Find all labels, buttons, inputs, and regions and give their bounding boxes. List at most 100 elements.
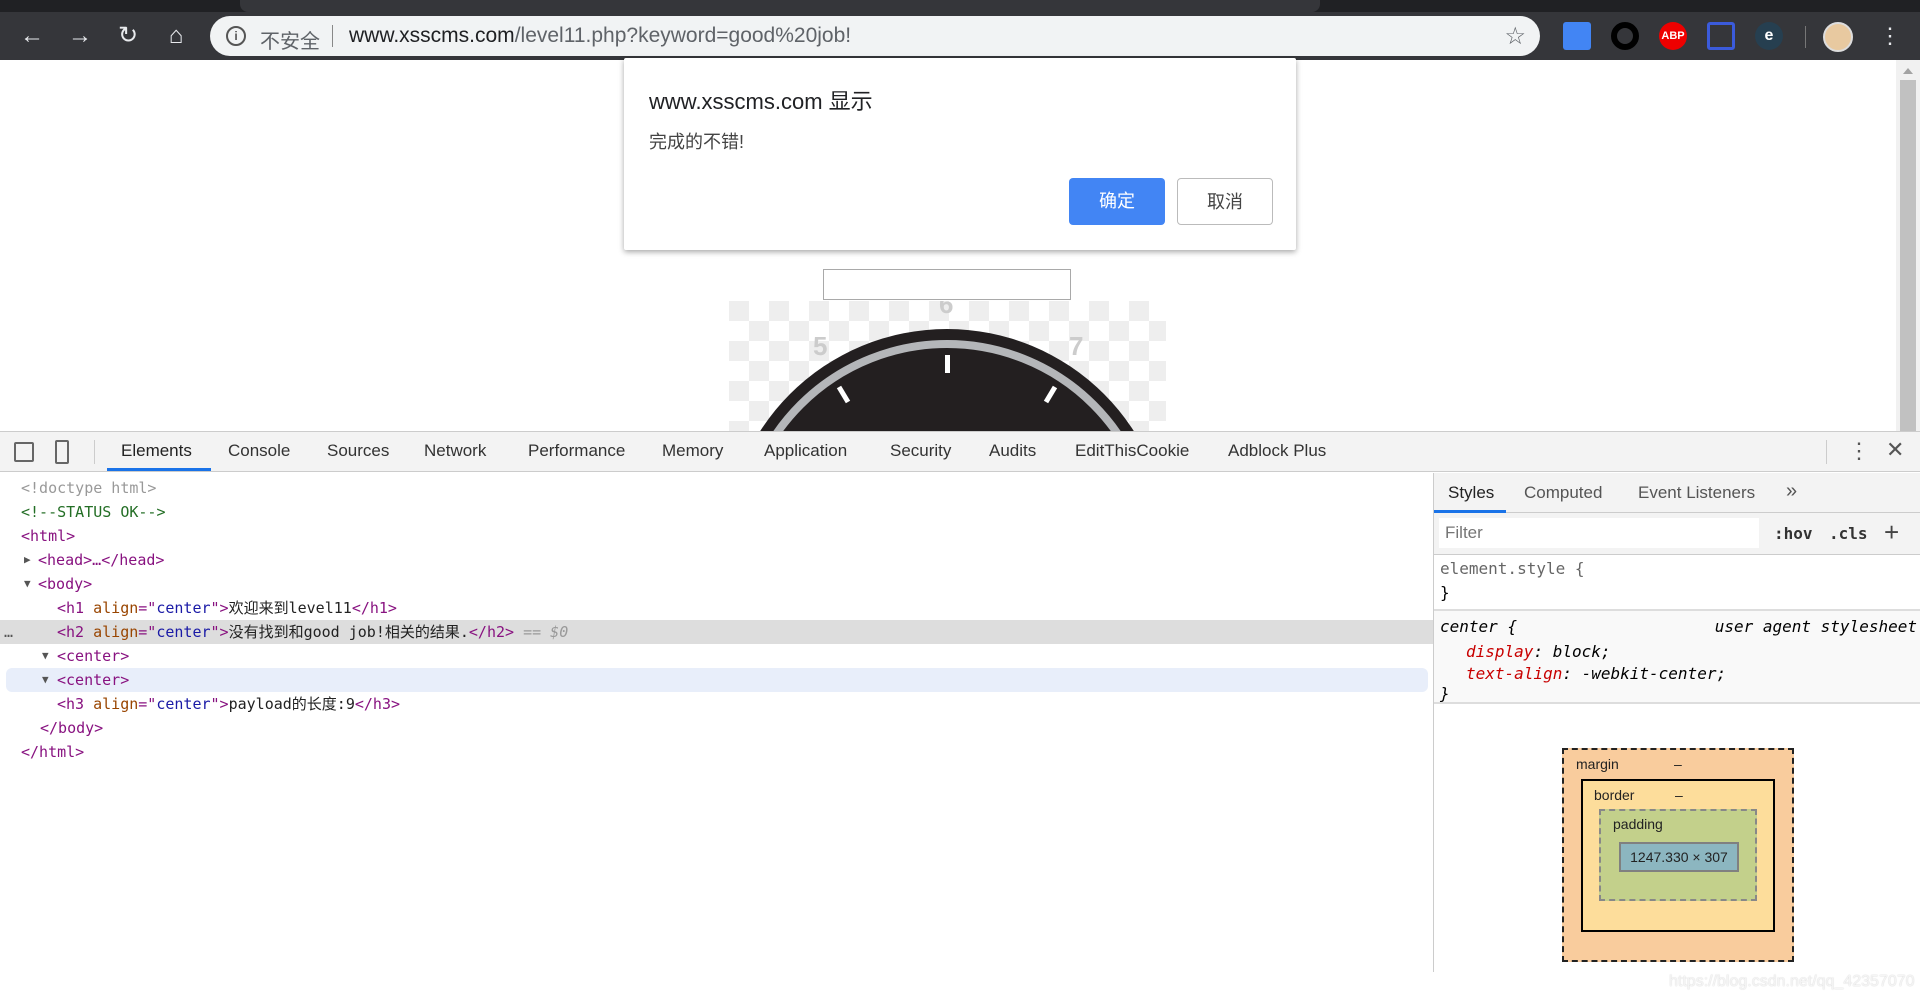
hov-toggle[interactable]: :hov bbox=[1774, 524, 1813, 543]
dom-node-html[interactable]: <html> bbox=[0, 524, 1433, 548]
dom-node-h3[interactable]: <h3 align="center">payload的长度:9</h3> bbox=[0, 692, 1433, 716]
elements-tree: <!doctype html> <!--STATUS OK--> <html> … bbox=[0, 473, 1433, 972]
dom-node-body-close[interactable]: </body> bbox=[0, 716, 1433, 740]
box-model-content[interactable]: 1247.330 × 307 bbox=[1619, 842, 1739, 872]
rule-source: user agent stylesheet bbox=[1714, 617, 1917, 636]
tab-computed[interactable]: Computed bbox=[1524, 483, 1602, 503]
google-translate-icon[interactable] bbox=[1563, 22, 1591, 50]
rule-selector[interactable]: center { bbox=[1440, 617, 1517, 636]
cls-toggle[interactable]: .cls bbox=[1829, 524, 1868, 543]
clock-label: 5 bbox=[813, 331, 827, 361]
clock-label: 7 bbox=[1069, 331, 1083, 361]
dom-node-h1[interactable]: <h1 align="center">欢迎来到level11</h1> bbox=[0, 596, 1433, 620]
divider bbox=[1805, 26, 1806, 48]
box-model-border: border – padding 1247.330 × 307 bbox=[1581, 779, 1775, 932]
devtools-panel: Elements Console Sources Network Perform… bbox=[0, 431, 1920, 990]
margin-value: – bbox=[1674, 756, 1682, 772]
bookmark-star-icon[interactable]: ☆ bbox=[1504, 22, 1526, 51]
adblock-plus-icon[interactable]: ABP bbox=[1659, 22, 1687, 50]
clock-label: 6 bbox=[939, 301, 953, 319]
body-tag: <body> bbox=[38, 575, 93, 593]
scrollbar-thumb[interactable] bbox=[1900, 80, 1916, 431]
dom-node-head[interactable]: ▶ <head>…</head> bbox=[0, 548, 1433, 572]
expand-arrow-icon[interactable]: ▶ bbox=[24, 548, 31, 572]
device-toolbar-icon[interactable] bbox=[55, 440, 69, 464]
dom-node-center-hovered[interactable]: ▼ <center> bbox=[6, 668, 1428, 692]
filter-row: :hov .cls + bbox=[1434, 513, 1920, 555]
selected-marker: == $0 bbox=[523, 623, 569, 641]
inspect-element-icon[interactable] bbox=[14, 442, 34, 462]
center-tag: <center> bbox=[57, 671, 130, 689]
tab-styles[interactable]: Styles bbox=[1448, 483, 1494, 503]
ok-button[interactable]: 确定 bbox=[1069, 178, 1165, 225]
reload-icon[interactable]: ↻ bbox=[114, 22, 142, 50]
box-model-padding: padding 1247.330 × 307 bbox=[1599, 809, 1757, 901]
padding-label: padding bbox=[1613, 816, 1663, 832]
filter-input[interactable] bbox=[1439, 518, 1759, 548]
forward-icon[interactable]: → bbox=[66, 22, 94, 50]
add-rule-icon[interactable]: + bbox=[1884, 517, 1899, 548]
css-rule-center: center { user agent stylesheet display: … bbox=[1434, 609, 1920, 704]
tab-sources[interactable]: Sources bbox=[327, 441, 389, 461]
box-model-margin: margin – border – padding 1247.330 × 307 bbox=[1562, 748, 1794, 962]
dom-node-h2-selected[interactable]: … <h2 align="center">没有找到和good job!相关的结果.… bbox=[0, 620, 1433, 644]
border-value: – bbox=[1675, 787, 1683, 803]
divider bbox=[94, 440, 95, 464]
tab-adblock-plus[interactable]: Adblock Plus bbox=[1228, 441, 1326, 461]
tab-performance[interactable]: Performance bbox=[528, 441, 625, 461]
more-options-icon[interactable]: ⋮ bbox=[1848, 438, 1870, 464]
collapse-arrow-icon[interactable]: ▼ bbox=[42, 644, 49, 668]
more-tabs-icon[interactable]: » bbox=[1786, 480, 1797, 503]
url-host: www.xsscms.com bbox=[349, 24, 515, 47]
browser-toolbar: ← → ↻ ⌂ i 不安全 www.xsscms.com/level11.php… bbox=[0, 12, 1920, 60]
dom-node-doctype[interactable]: <!doctype html> bbox=[0, 476, 1433, 500]
address-bar[interactable]: i 不安全 www.xsscms.com/level11.php?keyword… bbox=[210, 16, 1540, 56]
head-tag: <head>…</head> bbox=[38, 551, 165, 569]
dialog-title: www.xsscms.com 显示 bbox=[649, 89, 873, 114]
dom-node-comment[interactable]: <!--STATUS OK--> bbox=[0, 500, 1433, 524]
url-text[interactable]: www.xsscms.com/level11.php?keyword=good%… bbox=[349, 24, 851, 48]
h3-text: payload的长度:9 bbox=[228, 695, 355, 713]
menu-icon[interactable]: ⋮ bbox=[1876, 22, 1904, 50]
border-label: border bbox=[1594, 787, 1635, 803]
close-brace: } bbox=[1440, 684, 1450, 703]
tab-audits[interactable]: Audits bbox=[989, 441, 1036, 461]
tab-console[interactable]: Console bbox=[228, 441, 290, 461]
tab-elements[interactable]: Elements bbox=[121, 441, 192, 461]
clock-image: 5 6 7 bbox=[729, 301, 1166, 431]
scroll-up-icon[interactable] bbox=[1903, 68, 1913, 74]
collapse-arrow-icon[interactable]: ▼ bbox=[24, 572, 31, 596]
keyword-input[interactable] bbox=[823, 269, 1071, 300]
tab-security[interactable]: Security bbox=[890, 441, 951, 461]
divider bbox=[332, 25, 333, 47]
tab-memory[interactable]: Memory bbox=[662, 441, 723, 461]
e-extension-icon[interactable]: e bbox=[1755, 22, 1783, 50]
tab-application[interactable]: Application bbox=[764, 441, 847, 461]
tab-extension-icon[interactable] bbox=[1707, 22, 1735, 50]
css-property[interactable]: text-align: -webkit-center; bbox=[1466, 664, 1726, 683]
devtools-tab-bar: Elements Console Sources Network Perform… bbox=[0, 432, 1920, 472]
element-style-selector[interactable]: element.style { bbox=[1440, 559, 1585, 578]
collapse-arrow-icon[interactable]: ▼ bbox=[42, 668, 49, 692]
home-icon[interactable]: ⌂ bbox=[162, 22, 190, 50]
tab-editthiscookie[interactable]: EditThisCookie bbox=[1075, 441, 1189, 461]
dom-node-center[interactable]: ▼ <center> bbox=[0, 644, 1433, 668]
page-scrollbar[interactable] bbox=[1896, 60, 1920, 431]
dom-node-html-close[interactable]: </html> bbox=[0, 740, 1433, 764]
info-icon[interactable]: i bbox=[226, 26, 246, 46]
css-property[interactable]: display: block; bbox=[1466, 642, 1611, 661]
active-tab[interactable] bbox=[240, 0, 1320, 12]
watermark: https://blog.csdn.net/qq_42357070 bbox=[1669, 973, 1915, 990]
close-icon[interactable]: ✕ bbox=[1886, 437, 1904, 463]
h2-text: 没有找到和good job!相关的结果. bbox=[228, 623, 469, 641]
circle-extension-icon[interactable] bbox=[1611, 22, 1639, 50]
tab-event-listeners[interactable]: Event Listeners bbox=[1638, 483, 1755, 503]
divider bbox=[1826, 440, 1827, 464]
styles-pane: Styles Computed Event Listeners » :hov .… bbox=[1433, 473, 1920, 990]
dom-node-body[interactable]: ▼ <body> bbox=[0, 572, 1433, 596]
back-icon[interactable]: ← bbox=[18, 22, 46, 50]
tab-network[interactable]: Network bbox=[424, 441, 486, 461]
cancel-button[interactable]: 取消 bbox=[1177, 178, 1273, 225]
avatar[interactable] bbox=[1823, 22, 1853, 52]
more-dots-icon[interactable]: … bbox=[4, 620, 13, 644]
